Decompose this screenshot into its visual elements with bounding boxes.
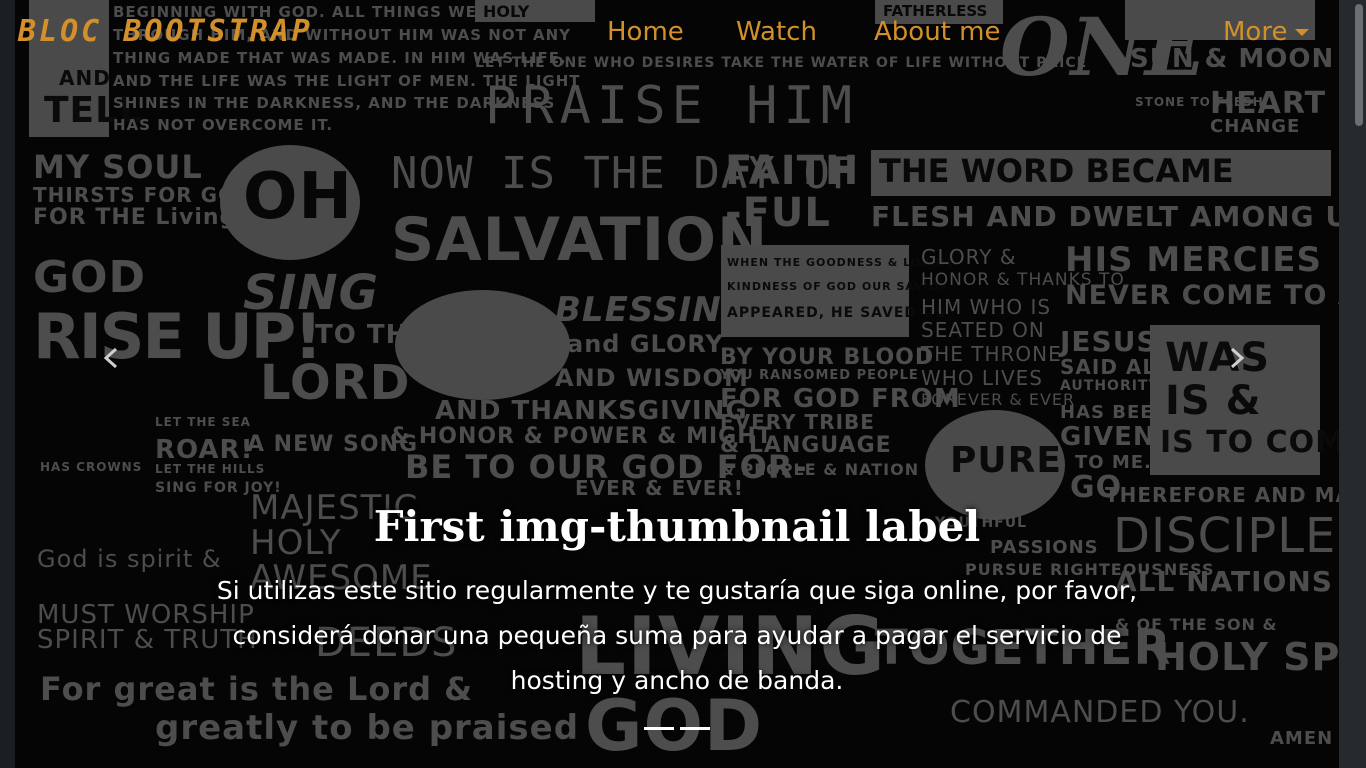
brand-logo[interactable]: BLOC BOOTSTRAP	[18, 14, 313, 49]
collage-text: AUTHORITY	[1060, 378, 1160, 394]
collage-text: LORD	[260, 355, 411, 411]
collage-text: AMEN	[1270, 728, 1334, 749]
collage-text: LET THE HILLS	[155, 462, 266, 476]
collage-text: greatly to be praised	[155, 708, 580, 748]
caret-down-icon	[1295, 29, 1310, 36]
collage-text: MY SOUL	[33, 148, 203, 186]
collage-text: EVER & EVER!	[575, 476, 744, 500]
collage-text: FAITH	[725, 148, 860, 194]
nav-link-watch[interactable]: Watch	[736, 17, 817, 47]
collage-text: PURE	[950, 440, 1062, 481]
collage-text: GOD	[33, 252, 147, 303]
collage-text: SALVATION	[391, 205, 769, 275]
nav-link-about[interactable]: About me	[874, 17, 1000, 47]
collage-text: LET THE SEA	[155, 415, 251, 429]
collage-text: HAS CROWNS	[40, 460, 143, 474]
collage-text: FLESH AND DWELT AMONG US	[871, 200, 1339, 233]
collage-text: SING	[243, 265, 379, 321]
carousel-prev-button[interactable]	[93, 340, 129, 376]
collage-text: THE THRONE	[921, 342, 1062, 366]
carousel-caption-text: Si utilizas este sitio regularmente y te…	[216, 576, 1138, 695]
collage-text: -FUL	[725, 190, 831, 236]
collage-text: & LANGUAGE	[720, 433, 892, 458]
collage-text: APPEARED, HE SAVED US	[727, 305, 947, 321]
collage-text: IS TO COME	[1160, 425, 1339, 460]
collage-text: and GLORY	[567, 330, 724, 358]
collage-text: GIVEN	[1060, 422, 1156, 452]
collage-text: JESUS	[1060, 325, 1158, 358]
collage-text: IS &	[1165, 378, 1262, 424]
chevron-left-icon	[103, 347, 118, 369]
collage-text: ROAR!	[155, 435, 254, 465]
carousel-caption-title: First img-thumbnail label	[373, 502, 981, 551]
carousel: AND TELL BEGINNING WITH GOD. ALL THINGS …	[15, 0, 1339, 768]
collage-box-word-became: THE WORD BECAME	[871, 150, 1331, 196]
nav-dropdown-more-label: More	[1223, 17, 1288, 47]
collage-speech-bubble	[395, 290, 570, 400]
collage-text: EVERY TRIBE	[720, 410, 875, 434]
nav-link-home[interactable]: Home	[607, 17, 684, 47]
carousel-indicators	[644, 727, 710, 730]
collage-text: BY YOUR BLOOD	[720, 345, 935, 370]
collage-text: & HONOR & POWER & MIGHT	[390, 424, 773, 449]
collage-text: HAS NOT OVERCOME IT.	[113, 116, 334, 134]
collage-text: STONE TO FLESH	[1135, 95, 1264, 109]
collage-text: AND	[59, 66, 111, 90]
collage-text: HIM WHO IS	[921, 295, 1052, 319]
collage-text: GLORY &	[921, 245, 1017, 269]
chevron-right-icon	[1230, 347, 1245, 369]
collage-text: NEVER COME TO AN END	[1065, 280, 1339, 311]
collage-text: CHANGE	[1210, 116, 1301, 137]
collage-text: & PEOPLE & NATION	[720, 460, 920, 479]
collage-text: AND THANKSGIVING	[435, 396, 748, 426]
collage-text: HOLY SPIRIT,	[1155, 635, 1339, 679]
navbar: BLOC BOOTSTRAP Home Watch About me More	[15, 0, 1339, 68]
collage-text: SEATED ON	[921, 318, 1045, 342]
carousel-indicator-1[interactable]	[644, 727, 674, 730]
collage-text: HIS MERCIES	[1065, 240, 1322, 280]
nav-dropdown-more[interactable]: More	[1223, 17, 1310, 47]
carousel-next-button[interactable]	[1219, 340, 1255, 376]
page-scrollbar-thumb[interactable]	[1355, 4, 1363, 126]
carousel-indicator-2[interactable]	[680, 727, 710, 730]
collage-text: KINDNESS OF GOD OUR SAVIOR	[727, 280, 949, 293]
collage-text: OH	[243, 160, 353, 234]
collage-text: FOR THE Living	[33, 205, 237, 230]
collage-text: PRAISE HIM	[485, 76, 859, 136]
collage-text: YOU RANSOMED PEOPLE	[720, 368, 919, 383]
